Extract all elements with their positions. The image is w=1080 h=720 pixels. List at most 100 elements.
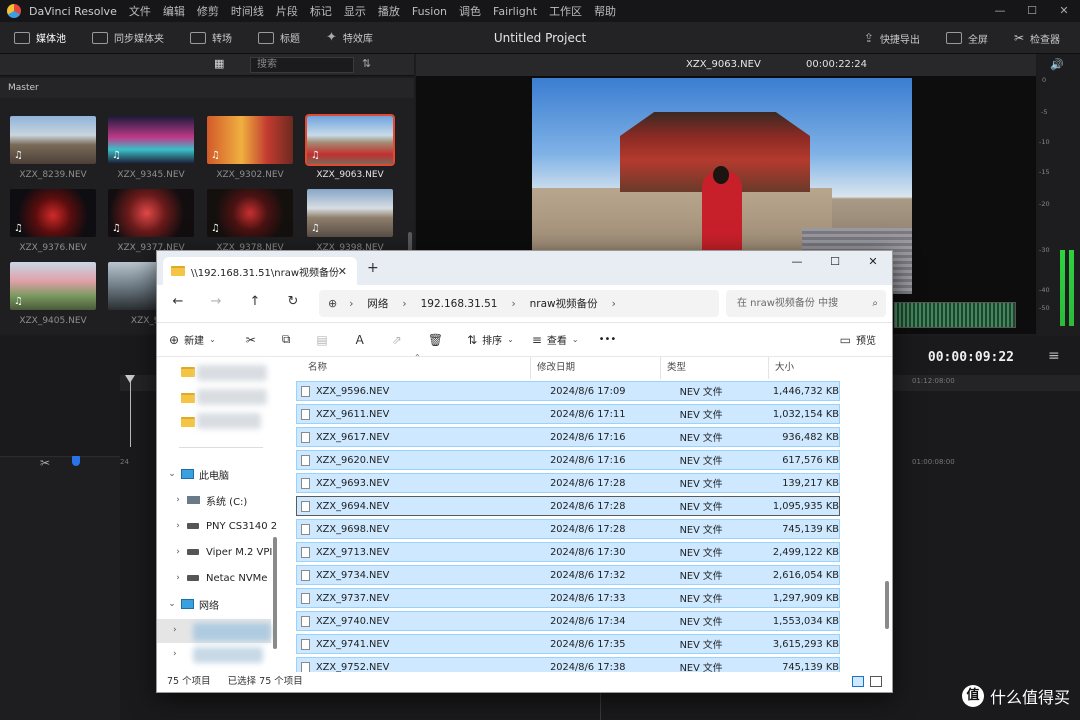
sort-button[interactable]: ⇅ 排序 ⌄	[467, 323, 514, 357]
clip-thumbnail[interactable]: ♫ XZX_9398.NEV	[307, 189, 393, 253]
column-header-date[interactable]: 修改日期	[531, 357, 661, 379]
tiles-view-icon[interactable]	[870, 676, 882, 687]
paste-button[interactable]: ▤	[316, 323, 327, 357]
chevron-down-icon: ⌄	[507, 335, 514, 344]
clip-thumbnail[interactable]: ♫ XZX_9345.NEV	[108, 116, 194, 180]
clip-thumbnail[interactable]: ♫ XZX_9302.NEV	[207, 116, 293, 180]
nav-item-network[interactable]: ⌄ 网络	[157, 591, 279, 617]
rename-button[interactable]: Ａ	[354, 323, 366, 357]
menu-edit[interactable]: 编辑	[163, 3, 185, 19]
clip-thumbnail-selected[interactable]: ♫ XZX_9063.NEV	[305, 114, 395, 180]
address-bar[interactable]: ⊕ › 网络 › 192.168.31.51 › nraw视频备份 ›	[319, 290, 719, 317]
speaker-icon[interactable]: 🔊	[1050, 58, 1064, 71]
maximize-icon[interactable]: ☐	[1016, 0, 1048, 22]
file-row[interactable]: XZX_9734.NEV 2024/8/6 17:32 NEV 文件 2,616,05…	[296, 565, 840, 585]
shield-icon[interactable]	[72, 456, 80, 466]
delete-button[interactable]: 🗑	[428, 323, 443, 357]
file-row[interactable]: XZX_9740.NEV 2024/8/6 17:34 NEV 文件 1,553,03…	[296, 611, 840, 631]
menu-color[interactable]: 调色	[459, 3, 481, 19]
clip-thumbnail[interactable]: ♫ XZX_9376.NEV	[10, 189, 96, 253]
transitions-button[interactable]: 转场	[190, 22, 244, 54]
effects-button[interactable]: ✦ 特效库	[326, 22, 385, 54]
menu-workspace[interactable]: 工作区	[549, 3, 582, 19]
clip-thumbnail[interactable]: ♫ XZX_8239.NEV	[10, 116, 96, 180]
minimize-icon[interactable]: —	[778, 251, 816, 273]
menu-timeline[interactable]: 时间线	[231, 3, 264, 19]
grid-view-icon[interactable]: ▦	[214, 57, 224, 70]
share-button[interactable]: ⇗	[392, 323, 402, 357]
breadcrumb-network[interactable]: 网络	[367, 296, 388, 311]
menu-fusion[interactable]: Fusion	[412, 5, 447, 18]
column-header-name[interactable]: 名称	[302, 357, 531, 379]
quick-export-button[interactable]: ⇪ 快捷导出	[864, 22, 932, 54]
file-row[interactable]: XZX_9617.NEV 2024/8/6 17:16 NEV 文件 936,482 …	[296, 427, 840, 447]
cut-button[interactable]: ✂	[246, 323, 256, 357]
new-label: 新建	[184, 336, 205, 347]
minimize-icon[interactable]: —	[984, 0, 1016, 22]
nav-item-drive[interactable]: › Netac NVMe	[157, 565, 279, 591]
column-header-type[interactable]: 类型	[661, 357, 769, 379]
preview-pane-button[interactable]: ▭ 预览	[840, 323, 876, 357]
playhead[interactable]	[130, 375, 131, 447]
file-row-focused[interactable]: XZX_9694.NEV 2024/8/6 17:28 NEV 文件 1,095,93…	[296, 496, 840, 516]
fullscreen-button[interactable]: 全屏	[945, 22, 1000, 54]
menu-trim[interactable]: 修剪	[197, 3, 219, 19]
file-row[interactable]: XZX_9596.NEV 2024/8/6 17:09 NEV 文件 1,446,73…	[296, 381, 840, 401]
nav-item-this-pc[interactable]: ⌄ 此电脑	[157, 461, 279, 487]
inspector-button[interactable]: ✂ 检查器	[1014, 22, 1072, 54]
file-list-scrollbar[interactable]	[885, 581, 889, 629]
nav-item-drive[interactable]: › PNY CS3140 2	[157, 513, 279, 539]
copy-button[interactable]: ⧉	[282, 323, 291, 357]
menu-mark[interactable]: 标记	[310, 3, 332, 19]
titles-button[interactable]: 标题	[258, 22, 312, 54]
view-list-icon: ≡	[531, 332, 542, 347]
file-row[interactable]: XZX_9698.NEV 2024/8/6 17:28 NEV 文件 745,139 …	[296, 519, 840, 539]
file-row[interactable]: XZX_9741.NEV 2024/8/6 17:35 NEV 文件 3,615,29…	[296, 634, 840, 654]
playhead-handle[interactable]	[125, 375, 135, 383]
forward-arrow-icon[interactable]: →	[207, 294, 225, 309]
menu-clip[interactable]: 片段	[276, 3, 298, 19]
file-row[interactable]: XZX_9611.NEV 2024/8/6 17:11 NEV 文件 1,032,15…	[296, 404, 840, 424]
new-button[interactable]: ⊕ 新建 ⌄	[169, 323, 216, 357]
file-row[interactable]: XZX_9620.NEV 2024/8/6 17:16 NEV 文件 617,576 …	[296, 450, 840, 470]
nav-item-drive[interactable]: › Viper M.2 VPI	[157, 539, 279, 565]
clip-thumbnail[interactable]: ♫ XZX_9405.NEV	[10, 262, 96, 326]
breadcrumb-host[interactable]: 192.168.31.51	[421, 298, 498, 310]
close-icon[interactable]: ✕	[1048, 0, 1080, 22]
timeline-menu-icon[interactable]: ≡	[1048, 348, 1060, 364]
explorer-tab[interactable]: \\192.168.31.51\nraw视频备份 ✕	[163, 257, 357, 285]
menu-file[interactable]: 文件	[129, 3, 151, 19]
ruler-mark: 01:12:08:00	[912, 377, 955, 385]
media-pool-button[interactable]: 媒体池	[14, 22, 78, 54]
details-view-icon[interactable]	[852, 676, 864, 687]
sync-bin-button[interactable]: 同步媒体夹	[92, 22, 176, 54]
new-tab-icon[interactable]: +	[367, 260, 379, 276]
file-row[interactable]: XZX_9693.NEV 2024/8/6 17:28 NEV 文件 139,217 …	[296, 473, 840, 493]
menu-playback[interactable]: 播放	[378, 3, 400, 19]
sort-icon[interactable]: ⇅	[362, 57, 371, 70]
breadcrumb-folder[interactable]: nraw视频备份	[530, 296, 598, 311]
maximize-icon[interactable]: ☐	[816, 251, 854, 273]
explorer-search-input[interactable]: 在 nraw视频备份 中搜 ⌕	[726, 290, 886, 317]
file-row[interactable]: XZX_9737.NEV 2024/8/6 17:33 NEV 文件 1,297,90…	[296, 588, 840, 608]
column-header-size[interactable]: 大小	[769, 357, 839, 379]
clip-thumbnail[interactable]: ♫ XZX_9378.NEV	[207, 189, 293, 253]
more-options-button[interactable]: •••	[599, 323, 617, 357]
file-row[interactable]: XZX_9713.NEV 2024/8/6 17:30 NEV 文件 2,499,12…	[296, 542, 840, 562]
up-arrow-icon[interactable]: ↑	[246, 294, 264, 309]
menu-view[interactable]: 显示	[344, 3, 366, 19]
view-button[interactable]: ≡ 查看 ⌄	[532, 323, 579, 357]
file-icon	[301, 569, 310, 581]
scissors-icon[interactable]: ✂	[40, 456, 50, 470]
file-explorer-window[interactable]: \\192.168.31.51\nraw视频备份 ✕ + — ☐ ✕ ← → ↑…	[156, 250, 893, 693]
media-search-input[interactable]: 搜索	[250, 57, 354, 73]
nav-item-drive-c[interactable]: › 系统 (C:)	[157, 487, 279, 513]
nav-pane-scrollbar[interactable]	[273, 537, 277, 649]
close-icon[interactable]: ✕	[854, 251, 892, 273]
clip-thumbnail[interactable]: ♫ XZX_9377.NEV	[108, 189, 194, 253]
tab-close-icon[interactable]: ✕	[338, 265, 347, 278]
menu-fairlight[interactable]: Fairlight	[493, 5, 537, 18]
back-arrow-icon[interactable]: ←	[169, 294, 187, 309]
refresh-icon[interactable]: ↻	[284, 294, 302, 309]
menu-help[interactable]: 帮助	[594, 3, 616, 19]
